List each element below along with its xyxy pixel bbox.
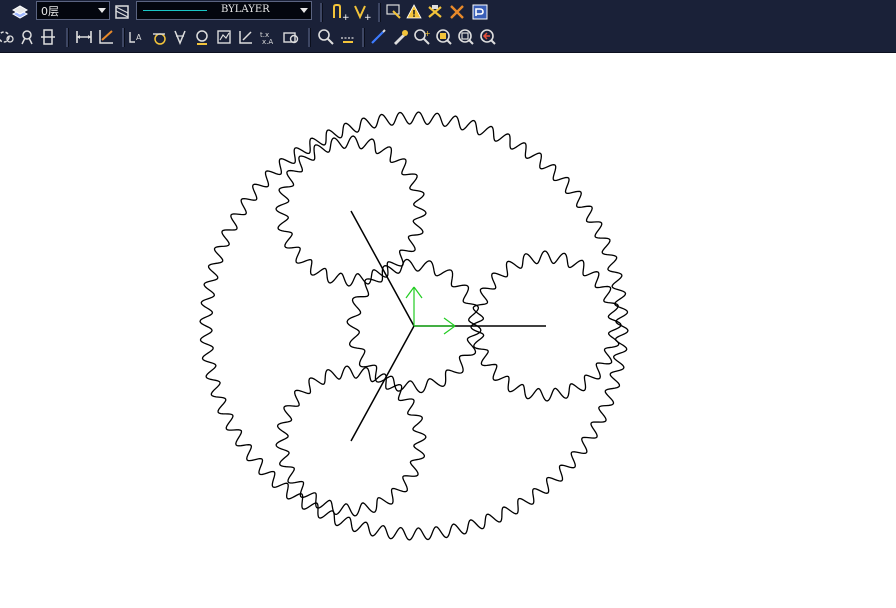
dimension-angle-icon[interactable] <box>96 27 116 47</box>
snap-icon[interactable] <box>0 27 16 47</box>
pencil-icon[interactable] <box>390 27 410 47</box>
svg-text:A: A <box>136 33 142 42</box>
layers-icon[interactable] <box>10 2 30 22</box>
layer-value: 0层 <box>41 5 59 18</box>
dim-update-icon[interactable] <box>281 27 301 47</box>
zoom-extents-icon[interactable] <box>456 27 476 47</box>
qdim-icon[interactable] <box>236 27 256 47</box>
linetype-preview <box>143 10 207 11</box>
carrier-arm[interactable] <box>350 325 415 442</box>
select-objects-icon[interactable] <box>384 2 404 22</box>
ucs-y-arrowhead <box>413 286 423 299</box>
svg-text:+: + <box>342 13 349 21</box>
zoom-all-icon[interactable] <box>434 27 454 47</box>
tolerance-icon[interactable] <box>170 27 190 47</box>
separator <box>308 28 311 47</box>
separator <box>320 3 323 22</box>
text-edit-icon[interactable]: + <box>352 2 372 22</box>
erase-icon[interactable] <box>425 2 445 22</box>
toolbar-row-2: A t.x x.A + <box>0 25 896 49</box>
dimension-diameter-icon[interactable] <box>149 27 169 47</box>
carrier-arm[interactable] <box>350 210 415 327</box>
zoom-previous-icon[interactable] <box>478 27 498 47</box>
separator <box>122 28 125 47</box>
leader-icon[interactable] <box>192 27 212 47</box>
layer-dropdown[interactable]: 0层 <box>36 1 110 20</box>
separator <box>66 28 69 47</box>
measure-icon[interactable] <box>368 27 388 47</box>
planetary-gear-drawing <box>199 111 629 541</box>
dimension-radius-icon[interactable]: A <box>127 27 147 47</box>
ucs-x-arrowhead <box>443 325 456 335</box>
zoom-window-icon[interactable] <box>338 27 358 47</box>
chevron-down-icon <box>300 8 308 13</box>
svg-text:+: + <box>364 13 371 21</box>
svg-text:+: + <box>424 29 431 38</box>
linetype-value: BYLAYER <box>221 4 270 15</box>
separator <box>362 28 365 47</box>
object-icon[interactable] <box>38 27 58 47</box>
zoom-realtime-icon[interactable] <box>316 27 336 47</box>
toolbar-row-1: 0层 BYLAYER + + <box>0 0 896 24</box>
ucs-y-arrowhead <box>405 286 415 299</box>
zoom-dynamic-icon[interactable]: + <box>412 27 432 47</box>
svg-text:x.A: x.A <box>262 38 273 46</box>
properties-icon[interactable] <box>470 2 490 22</box>
dim-style-icon[interactable]: t.x x.A <box>258 27 278 47</box>
linetype-dropdown[interactable]: BYLAYER <box>136 1 312 20</box>
pan-icon[interactable] <box>17 27 37 47</box>
ucs-x-arrowhead <box>443 317 456 327</box>
cad-toolbar: 0层 BYLAYER + + A t.x x.A + <box>0 0 896 53</box>
text-insert-icon[interactable]: + <box>330 2 350 22</box>
drawing-canvas[interactable] <box>0 53 896 608</box>
layer-props-icon[interactable] <box>112 2 132 22</box>
separator <box>378 3 381 22</box>
move-icon[interactable] <box>447 2 467 22</box>
warning-icon[interactable] <box>404 2 424 22</box>
chevron-down-icon <box>98 8 106 13</box>
dimension-linear-icon[interactable] <box>74 27 94 47</box>
ordinate-icon[interactable] <box>214 27 234 47</box>
